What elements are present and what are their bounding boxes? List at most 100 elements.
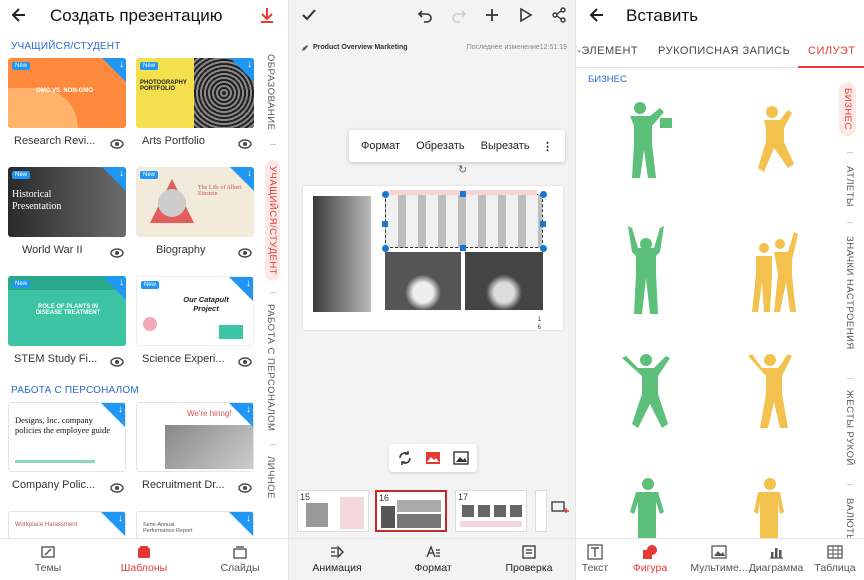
eye-icon[interactable] xyxy=(110,136,124,154)
template-thumbnail: GMO VS. NON-GMO New ↓ xyxy=(8,58,126,128)
template-card-recruitment[interactable]: We're hiring! ↓ Recruitment Dr... xyxy=(136,402,254,493)
tab-handwriting[interactable]: РУКОПИСНАЯ ЗАПИСЬ xyxy=(658,45,790,57)
eye-icon[interactable] xyxy=(238,245,252,263)
template-card-biography[interactable]: The Life of Albert Einstein New ↓ Biogra… xyxy=(136,167,254,258)
eye-icon[interactable] xyxy=(238,480,252,498)
silhouette-walk-yellow[interactable] xyxy=(748,476,794,538)
file-info-bar: Product Overview Marketing Последнее изм… xyxy=(289,36,575,60)
silhouette-duo-yellow[interactable] xyxy=(744,228,800,314)
template-card-science[interactable]: Our Catapult Project New ↓ Science Exper… xyxy=(136,276,254,367)
tab-silhouette[interactable]: СИЛУЭТ xyxy=(808,45,855,57)
silhouette-subcategory-tabs: БИЗНЕС АТЛЕТЫ ЗНАЧКИ НАСТРОЕНИЯ ЖЕСТЫ РУ… xyxy=(836,80,864,543)
cut-menu-item[interactable]: Вырезать xyxy=(481,140,530,152)
vtab-staff[interactable]: РАБОТА С ПЕРСОНАЛОМ xyxy=(265,304,276,431)
image-icon[interactable] xyxy=(425,450,441,466)
play-icon[interactable] xyxy=(517,7,533,23)
page-title: Вставить xyxy=(626,6,699,25)
slide-thumbnail[interactable]: 17 xyxy=(455,490,527,532)
table-icon xyxy=(806,544,864,560)
section-heading-student: УЧАЩИЙСЯ/СТУДЕНТ xyxy=(11,41,121,52)
check-icon[interactable] xyxy=(301,7,317,23)
eye-icon[interactable] xyxy=(238,354,252,372)
nav-review[interactable]: Проверка xyxy=(489,544,569,574)
undo-icon[interactable] xyxy=(417,7,433,23)
silhouette-business-green[interactable] xyxy=(618,100,674,182)
category-heading: БИЗНЕС xyxy=(588,74,627,85)
nav-shape[interactable]: Фигура xyxy=(620,544,680,574)
download-icon: ↓ xyxy=(119,277,124,288)
nav-chart[interactable]: Диаграмма xyxy=(740,544,812,574)
format-menu-item[interactable]: Формат xyxy=(361,140,400,152)
editor-bottom-navigation: Анимация Формат Проверка xyxy=(289,538,575,580)
download-icon[interactable] xyxy=(258,6,276,24)
rtab-athletes[interactable]: АТЛЕТЫ xyxy=(844,166,855,207)
bottom-navigation: Темы Шаблоны Слайды xyxy=(0,538,288,580)
template-card-performance[interactable]: Semi-Annual Performance Report ↓ xyxy=(136,511,254,541)
template-label: Science Experi... xyxy=(142,353,225,365)
rotate-handle-icon[interactable]: ↻ xyxy=(458,163,467,176)
template-label: Biography xyxy=(156,244,206,256)
template-label: Company Polic... xyxy=(12,479,96,491)
rtab-hand-gestures[interactable]: ЖЕСТЫ РУКОЙ xyxy=(844,390,855,466)
back-arrow-icon[interactable] xyxy=(588,6,606,24)
rtab-emoji[interactable]: ЗНАЧКИ НАСТРОЕНИЯ xyxy=(844,236,855,350)
nav-table[interactable]: Таблица xyxy=(806,544,864,574)
vtab-education[interactable]: ОБРАЗОВАНИЕ xyxy=(265,54,276,130)
slide-image-cups[interactable] xyxy=(465,252,543,310)
slide-thumbnail[interactable]: 15 xyxy=(297,490,369,532)
slide-image-bowls[interactable] xyxy=(385,252,461,310)
insert-bottom-navigation: Текст Фигура Мультиме... Диаграмма Табли… xyxy=(576,538,864,580)
vtab-personal[interactable]: ЛИЧНОЕ xyxy=(265,456,276,499)
nav-themes[interactable]: Темы xyxy=(8,544,88,574)
slide-thumbnail[interactable] xyxy=(535,490,547,532)
add-slide-icon[interactable] xyxy=(551,500,569,514)
template-card-harassment[interactable]: Workplace Harassment ↓ xyxy=(8,511,126,541)
template-label: Arts Portfolio xyxy=(142,135,205,147)
nav-slides[interactable]: Слайды xyxy=(200,544,280,574)
nav-animation[interactable]: Анимация xyxy=(297,544,377,574)
eye-icon[interactable] xyxy=(110,245,124,263)
eye-icon[interactable] xyxy=(110,480,124,498)
image-context-menu: Формат Обрезать Вырезать ⋮ xyxy=(349,130,565,162)
template-card-company-policies[interactable]: Designs, Inc. company policies the emplo… xyxy=(8,402,126,493)
silhouette-business-yellow[interactable] xyxy=(744,104,800,180)
slide-image-vases[interactable] xyxy=(313,196,371,312)
template-card-stem[interactable]: ROLE OF PLANTS IN DISEASE TREATMENT New … xyxy=(8,276,126,367)
edit-pencil-icon[interactable] xyxy=(301,44,309,52)
template-card-worldwar[interactable]: Historical Presentation New ↓ World War … xyxy=(8,167,126,258)
slide-image-selected[interactable] xyxy=(385,194,543,248)
vtab-student[interactable]: УЧАЩИЙСЯ/СТУДЕНТ xyxy=(265,160,280,282)
nav-templates[interactable]: Шаблоны xyxy=(104,544,184,574)
template-card-research[interactable]: GMO VS. NON-GMO New ↓ Research Revi... xyxy=(8,58,126,149)
crop-menu-item[interactable]: Обрезать xyxy=(416,140,465,152)
rtab-business[interactable]: БИЗНЕС xyxy=(839,82,856,136)
animation-icon xyxy=(297,544,377,560)
template-label: World War II xyxy=(22,244,83,256)
slide-page-number: 1 6 xyxy=(537,317,541,331)
template-card-arts[interactable]: PHOTOGRAPHY PORTFOLIO New ↓ Arts Portfol… xyxy=(136,58,254,149)
replace-image-icon[interactable] xyxy=(397,450,413,466)
redo-icon[interactable] xyxy=(451,7,467,23)
eye-icon[interactable] xyxy=(110,354,124,372)
silhouette-jump-green[interactable] xyxy=(620,350,672,434)
tab-element[interactable]: Т-ЭЛЕМЕНТ xyxy=(576,45,638,57)
review-icon xyxy=(489,544,569,560)
more-vertical-icon[interactable]: ⋮ xyxy=(542,140,553,153)
download-icon: ↓ xyxy=(119,168,124,179)
add-icon[interactable] xyxy=(484,7,500,23)
slide-canvas[interactable]: 1 6 xyxy=(303,186,563,331)
silhouette-jump-yellow[interactable] xyxy=(742,350,798,432)
share-icon[interactable] xyxy=(551,7,567,23)
template-label: Recruitment Dr... xyxy=(142,479,225,491)
slide-thumbnail-selected[interactable]: 16 xyxy=(375,490,447,532)
nav-format[interactable]: Формат xyxy=(393,544,473,574)
rtab-currencies[interactable]: ВАЛЮТЫ xyxy=(844,498,855,543)
back-arrow-icon[interactable] xyxy=(10,6,28,24)
download-icon: ↓ xyxy=(246,278,251,289)
silhouette-celebrate-green[interactable] xyxy=(622,226,670,314)
file-name[interactable]: Product Overview Marketing xyxy=(313,44,408,51)
eye-icon[interactable] xyxy=(238,136,252,154)
shape-icon xyxy=(620,544,680,560)
silhouette-walk-green[interactable] xyxy=(624,476,670,538)
image-frame-icon[interactable] xyxy=(453,450,469,466)
